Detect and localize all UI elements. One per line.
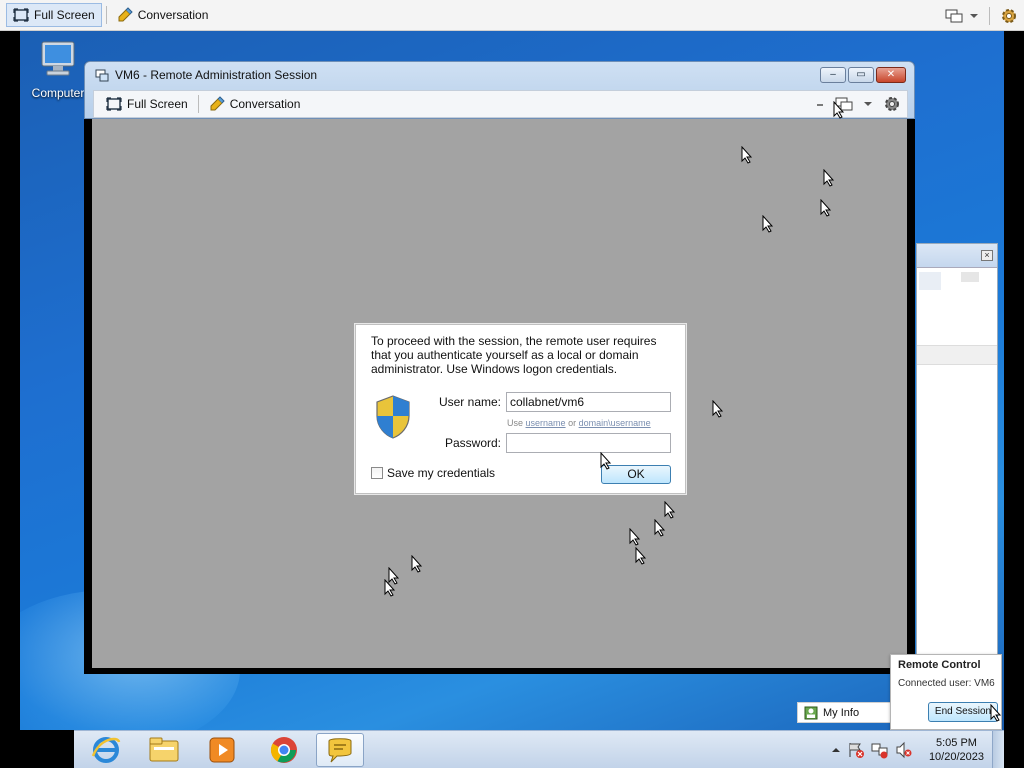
clock-date: 10/20/2023 xyxy=(928,751,984,763)
taskbar-chat[interactable] xyxy=(316,733,364,767)
remote-control-popup: Remote Control Connected user: VM6 End S… xyxy=(890,654,1002,730)
taskbar-file-explorer[interactable] xyxy=(140,733,188,767)
authentication-dialog: To proceed with the session, the remote … xyxy=(355,324,686,494)
volume-muted-icon[interactable] xyxy=(895,741,913,759)
background-window-element xyxy=(961,272,979,282)
full-screen-icon xyxy=(13,8,29,22)
chat-icon xyxy=(328,738,352,763)
session-window-titlebar: VM6 - Remote Administration Session – ▭ … xyxy=(84,61,915,119)
show-hidden-icons-icon[interactable] xyxy=(831,746,841,754)
password-field[interactable] xyxy=(506,433,671,453)
settings-gear-icon[interactable] xyxy=(1000,7,1018,25)
conversation-button[interactable]: Conversation xyxy=(111,3,215,27)
cursor-icon xyxy=(712,400,724,418)
window-controls: – ▭ ✕ xyxy=(820,67,906,83)
checkbox-box[interactable] xyxy=(371,467,383,479)
connected-user-text: Connected user: VM6 xyxy=(898,678,995,689)
cursor-icon xyxy=(762,215,774,233)
taskbar: 5:05 PM 10/20/2023 xyxy=(74,730,1004,768)
viewer-toolbar: Full Screen Conversation xyxy=(0,0,1024,31)
show-desktop-button[interactable] xyxy=(992,731,1004,768)
session-full-screen-label: Full Screen xyxy=(127,97,188,111)
session-toolbar-right xyxy=(815,93,901,115)
settings-gear-icon[interactable] xyxy=(883,95,901,113)
username-hint: Use username or domain\username xyxy=(507,418,651,428)
background-window-element xyxy=(919,272,941,290)
cursor-icon xyxy=(600,452,612,470)
cursor-icon xyxy=(384,579,396,597)
toolbar-divider xyxy=(105,6,107,24)
full-screen-button[interactable]: Full Screen xyxy=(6,3,102,27)
system-tray: 5:05 PM 10/20/2023 xyxy=(831,731,984,768)
minimize-toolbar-icon[interactable] xyxy=(815,99,825,109)
display-settings-icon[interactable] xyxy=(945,8,963,24)
close-icon[interactable]: × xyxy=(981,250,993,261)
chevron-down-icon[interactable] xyxy=(969,12,979,20)
password-label: Password: xyxy=(444,436,501,450)
remote-session-icon xyxy=(95,69,109,82)
hint-username-link: username xyxy=(525,418,566,428)
my-info-label: My Info xyxy=(823,706,860,719)
cursor-icon xyxy=(635,547,647,565)
authentication-message: To proceed with the session, the remote … xyxy=(371,334,657,376)
cursor-icon xyxy=(654,519,666,537)
background-window: × xyxy=(916,243,998,703)
hint-prefix: Use xyxy=(507,418,524,428)
username-field[interactable] xyxy=(506,392,671,412)
username-label: User name: xyxy=(438,395,501,409)
cursor-icon xyxy=(629,528,641,546)
toolbar-divider xyxy=(197,95,199,113)
chrome-icon xyxy=(270,737,297,763)
minimize-button[interactable]: – xyxy=(820,67,846,83)
chevron-down-icon[interactable] xyxy=(863,100,873,108)
session-conversation-button[interactable]: Conversation xyxy=(203,93,307,115)
remote-control-title: Remote Control xyxy=(898,659,981,671)
clock-time: 5:05 PM xyxy=(935,737,977,749)
background-window-caption: × xyxy=(917,244,997,268)
session-full-screen-button[interactable]: Full Screen xyxy=(100,93,194,115)
cursor-icon xyxy=(823,169,835,187)
cursor-icon xyxy=(820,199,832,217)
conversation-icon xyxy=(118,7,133,22)
computer-icon xyxy=(41,41,75,76)
network-icon[interactable] xyxy=(871,741,889,759)
user-info-icon xyxy=(804,706,818,719)
cursor-icon xyxy=(741,146,753,164)
clock[interactable]: 5:05 PM 10/20/2023 xyxy=(929,736,984,764)
file-explorer-icon xyxy=(149,737,179,762)
conversation-label: Conversation xyxy=(137,8,209,22)
save-credentials-label: Save my credentials xyxy=(387,466,496,480)
close-button[interactable]: ✕ xyxy=(876,67,906,83)
cursor-icon xyxy=(411,555,423,573)
cursor-icon xyxy=(833,101,845,119)
background-window-strip xyxy=(917,345,997,365)
toolbar-divider xyxy=(989,6,990,25)
conversation-icon xyxy=(210,96,225,111)
full-screen-icon xyxy=(106,97,122,111)
hint-or: or xyxy=(568,418,577,428)
full-screen-label: Full Screen xyxy=(34,8,95,22)
action-center-flag-icon[interactable] xyxy=(847,741,865,759)
taskbar-media-player[interactable] xyxy=(198,733,246,767)
my-info-item[interactable]: My Info xyxy=(797,702,891,723)
uac-shield-icon xyxy=(376,395,410,439)
internet-explorer-icon xyxy=(91,737,121,763)
cursor-icon xyxy=(664,501,676,519)
session-conversation-label: Conversation xyxy=(229,97,301,111)
viewer-toolbar-right xyxy=(945,0,1024,31)
media-player-icon xyxy=(209,737,235,763)
taskbar-chrome[interactable] xyxy=(260,733,308,767)
session-toolbar: Full Screen Conversation xyxy=(93,90,908,118)
maximize-button[interactable]: ▭ xyxy=(848,67,874,83)
desktop-icon-computer[interactable]: Computer xyxy=(28,39,88,100)
session-window-title: VM6 - Remote Administration Session xyxy=(95,68,317,82)
end-session-button[interactable]: End Session xyxy=(928,702,998,722)
save-credentials-checkbox[interactable]: Save my credentials xyxy=(371,466,495,480)
session-window-title-text: VM6 - Remote Administration Session xyxy=(115,68,318,82)
hint-domain-username-link: domain\username xyxy=(578,418,651,428)
cursor-icon xyxy=(990,704,1002,722)
taskbar-internet-explorer[interactable] xyxy=(82,733,130,767)
desktop-icon-label: Computer xyxy=(31,86,85,100)
